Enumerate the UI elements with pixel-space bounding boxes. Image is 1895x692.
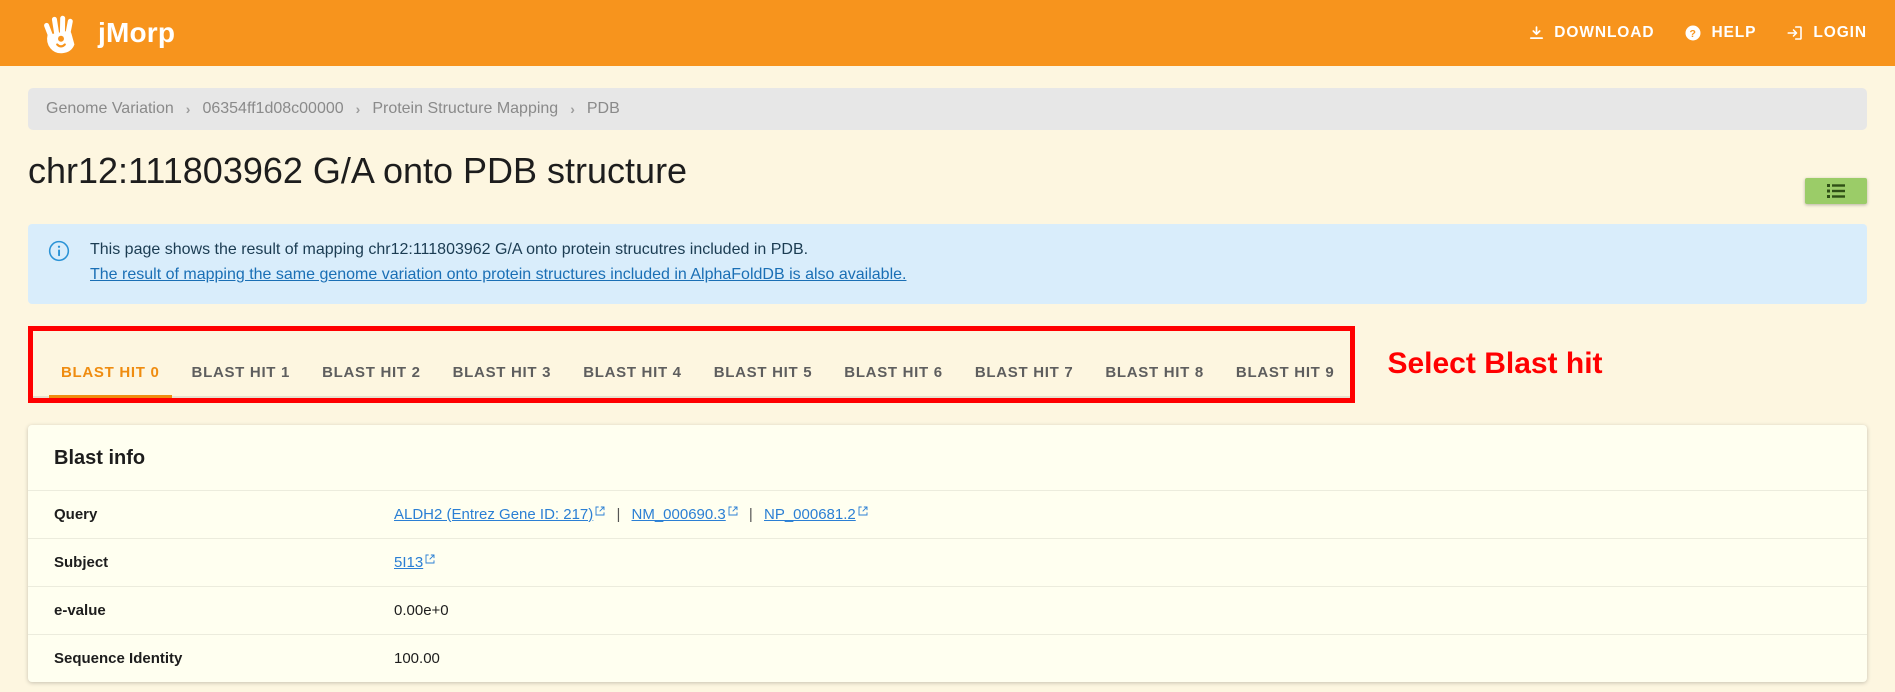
help-label: HELP	[1711, 24, 1757, 41]
tab-blast-hit-3[interactable]: BLAST HIT 3	[437, 364, 568, 396]
list-menu-icon	[1827, 184, 1845, 198]
title-row: chr12:111803962 G/A onto PDB structure	[0, 130, 1895, 204]
tab-blast-hit-6[interactable]: BLAST HIT 6	[828, 364, 959, 396]
download-label: DOWNLOAD	[1554, 24, 1655, 41]
breadcrumb-item-genome-variation[interactable]: Genome Variation	[46, 100, 174, 118]
tab-blast-hit-9[interactable]: BLAST HIT 9	[1220, 364, 1351, 396]
list-view-button[interactable]	[1805, 178, 1867, 204]
value-separator: |	[748, 505, 753, 523]
external-link-icon	[595, 506, 605, 516]
blast-hit-tabs: BLAST HIT 0 BLAST HIT 1 BLAST HIT 2 BLAS…	[33, 331, 1351, 398]
info-alert: This page shows the result of mapping ch…	[28, 224, 1867, 304]
row-value-evalue: 0.00e+0	[394, 601, 449, 619]
query-link-nm[interactable]: NM_000690.3	[632, 506, 738, 523]
help-circle-icon: ?	[1685, 25, 1701, 41]
login-label: LOGIN	[1813, 24, 1867, 41]
table-row: Subject 5I13	[28, 537, 1867, 586]
page-title: chr12:111803962 G/A onto PDB structure	[28, 150, 688, 191]
query-link-aldh2[interactable]: ALDH2 (Entrez Gene ID: 217)	[394, 506, 605, 523]
tab-blast-hit-8[interactable]: BLAST HIT 8	[1089, 364, 1220, 396]
info-alert-body: This page shows the result of mapping ch…	[90, 238, 906, 288]
brand-name: jMorp	[98, 17, 176, 48]
info-circle-icon	[48, 240, 70, 288]
table-row: Query ALDH2 (Entrez Gene ID: 217) | NM_0…	[28, 489, 1867, 538]
external-link-icon	[728, 506, 738, 516]
login-button[interactable]: LOGIN	[1786, 24, 1867, 42]
tab-blast-hit-0[interactable]: BLAST HIT 0	[45, 364, 176, 398]
breadcrumb-wrap: Genome Variation › 06354ff1d08c00000 › P…	[0, 66, 1895, 130]
value-separator: |	[616, 505, 621, 523]
tab-blast-hit-1[interactable]: BLAST HIT 1	[176, 364, 307, 396]
query-link-np[interactable]: NP_000681.2	[764, 506, 868, 523]
subject-link-pdb[interactable]: 5I13	[394, 554, 435, 571]
external-link-icon	[425, 554, 435, 564]
alphafolddb-link[interactable]: The result of mapping the same genome va…	[90, 263, 906, 288]
tab-blast-hit-5[interactable]: BLAST HIT 5	[698, 364, 829, 396]
breadcrumb-separator-icon: ›	[185, 101, 191, 117]
login-arrow-icon	[1787, 26, 1803, 40]
annotation-select-blast-hit: Select Blast hit	[1387, 347, 1603, 381]
download-icon	[1530, 25, 1544, 39]
breadcrumb-separator-icon: ›	[355, 101, 361, 117]
help-button[interactable]: ? HELP	[1684, 24, 1756, 42]
breadcrumb-separator-icon: ›	[570, 101, 575, 117]
tab-blast-hit-4[interactable]: BLAST HIT 4	[567, 364, 698, 396]
header-nav: DOWNLOAD ? HELP LOGIN	[1528, 24, 1867, 42]
tab-blast-hit-7[interactable]: BLAST HIT 7	[959, 364, 1090, 396]
row-label-evalue: e-value	[54, 601, 106, 619]
tabs-region: BLAST HIT 0 BLAST HIT 1 BLAST HIT 2 BLAS…	[0, 325, 1895, 403]
hand-palm-logo-icon	[44, 15, 75, 54]
tab-blast-hit-2[interactable]: BLAST HIT 2	[306, 364, 437, 396]
table-row: e-value 0.00e+0	[28, 585, 1867, 634]
row-value-subject: 5I13	[394, 554, 435, 571]
row-label-subject: Subject	[54, 553, 109, 571]
breadcrumb-item-id[interactable]: 06354ff1d08c00000	[202, 100, 343, 118]
row-label-query: Query	[54, 505, 98, 523]
brand[interactable]: jMorp	[38, 10, 175, 56]
external-link-icon	[858, 506, 868, 516]
info-alert-line1: This page shows the result of mapping ch…	[90, 241, 809, 258]
row-value-query: ALDH2 (Entrez Gene ID: 217) | NM_000690.…	[394, 506, 868, 523]
download-button[interactable]: DOWNLOAD	[1528, 24, 1654, 42]
row-value-sequence-identity: 100.00	[394, 649, 440, 667]
blast-info-title: Blast info	[54, 446, 146, 469]
tabs-highlight-box: BLAST HIT 0 BLAST HIT 1 BLAST HIT 2 BLAS…	[28, 325, 1356, 403]
breadcrumb: Genome Variation › 06354ff1d08c00000 › P…	[28, 88, 1867, 130]
svg-text:?: ?	[1690, 28, 1697, 40]
app-header: jMorp DOWNLOAD ? HELP LOGIN	[0, 0, 1895, 66]
breadcrumb-item-protein-structure-mapping[interactable]: Protein Structure Mapping	[372, 100, 558, 118]
breadcrumb-item-pdb: PDB	[586, 100, 620, 117]
blast-info-card: Blast info Query ALDH2 (Entrez Gene ID: …	[28, 424, 1867, 682]
table-row: Sequence Identity 100.00	[28, 633, 1867, 682]
row-label-sequence-identity: Sequence Identity	[54, 649, 183, 667]
